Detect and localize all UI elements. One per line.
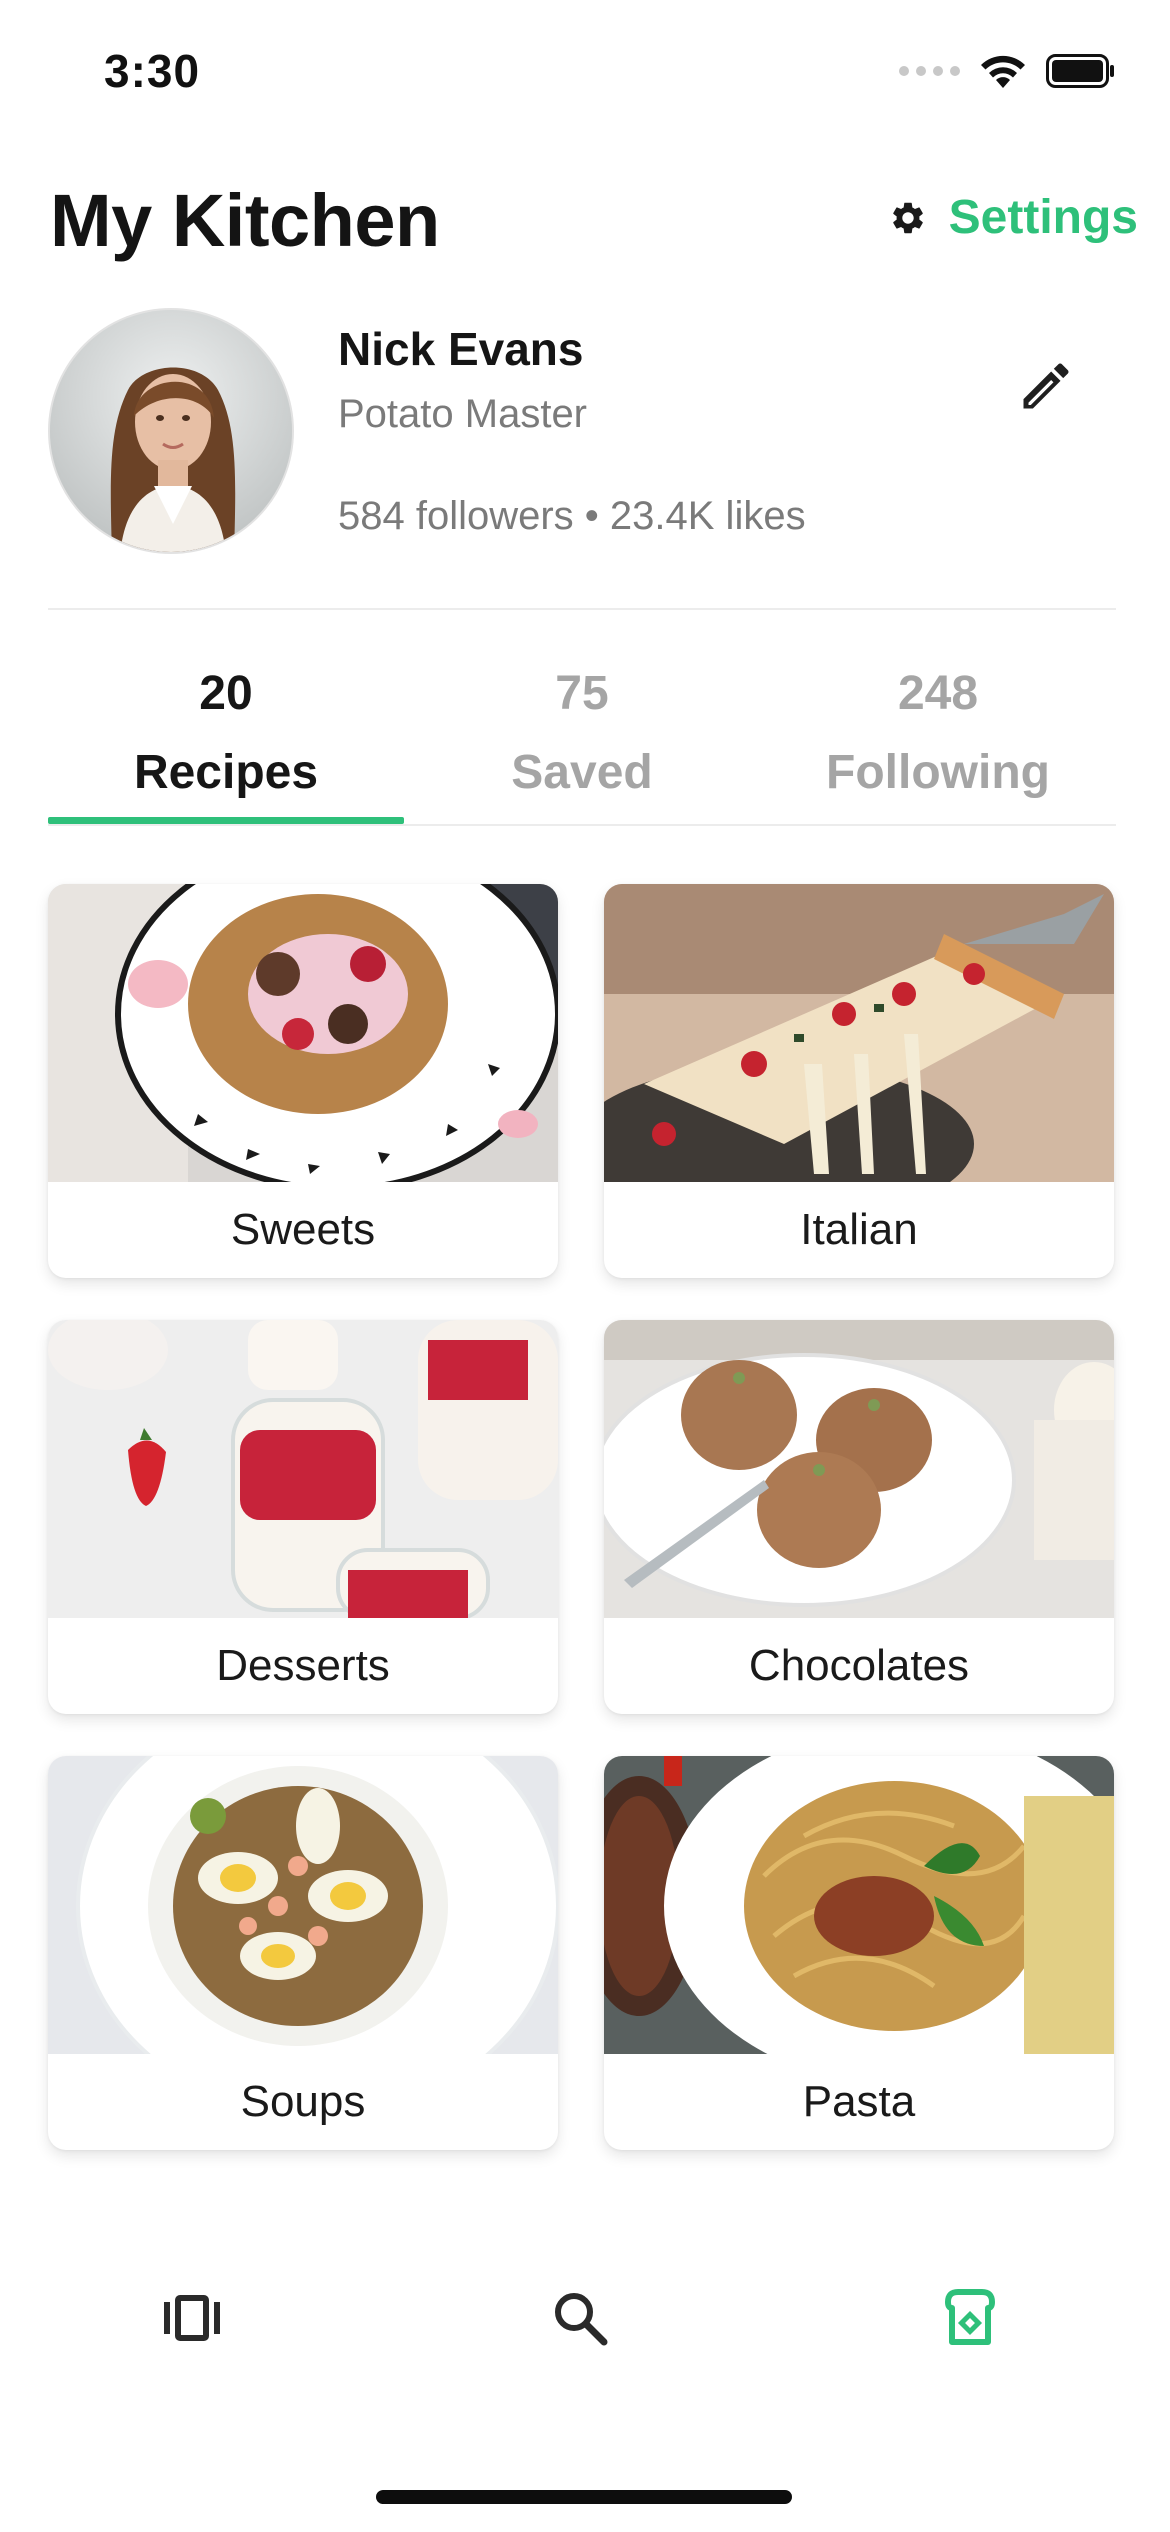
- tab-label: Saved: [511, 746, 653, 799]
- category-label: Desserts: [216, 1641, 390, 1690]
- category-label: Pasta: [802, 2077, 916, 2126]
- pencil-icon: [1016, 356, 1076, 421]
- desserts-image: [48, 1320, 558, 1618]
- status-bar: 3:30: [0, 0, 1170, 150]
- gear-icon: [889, 199, 927, 237]
- search-icon: [550, 2288, 610, 2353]
- profile-divider: [48, 608, 1116, 610]
- profile-name: Nick Evans: [338, 323, 584, 375]
- tab-label: Following: [826, 746, 1050, 799]
- my-kitchen-screen: 3:30 My Kitchen Settings Nick Evans Pota…: [0, 0, 1170, 2532]
- tab-saved[interactable]: 75 Saved: [404, 650, 760, 826]
- chocolates-image: [604, 1320, 1114, 1618]
- category-label: Soups: [240, 2077, 366, 2126]
- nav-search-button[interactable]: [540, 2280, 620, 2360]
- category-label: Chocolates: [748, 1641, 970, 1690]
- soups-image: [48, 1756, 558, 2054]
- battery-icon: [1046, 54, 1116, 88]
- kitchen-toaster-icon: [940, 2288, 1000, 2353]
- tabs-divider: [48, 824, 1116, 826]
- nav-kitchen-button[interactable]: [930, 2280, 1010, 2360]
- sweets-image: [48, 884, 558, 1182]
- settings-button[interactable]: Settings: [889, 190, 1138, 245]
- category-card-sweets[interactable]: Sweets: [48, 884, 558, 1278]
- tab-count: 248: [897, 667, 979, 720]
- nav-feed-button[interactable]: [152, 2280, 232, 2360]
- bottom-navigation: [0, 2250, 1170, 2390]
- status-icons: [899, 52, 1116, 90]
- category-card-chocolates[interactable]: Chocolates: [604, 1320, 1114, 1714]
- tab-count: 20: [199, 667, 253, 720]
- category-card-desserts[interactable]: Desserts: [48, 1320, 558, 1714]
- italian-image: [604, 884, 1114, 1182]
- tab-label: Recipes: [133, 746, 319, 799]
- active-tab-indicator: [48, 817, 404, 824]
- tab-count: 75: [555, 667, 609, 720]
- category-card-soups[interactable]: Soups: [48, 1756, 558, 2150]
- cellular-signal-icon: [899, 66, 960, 76]
- category-label: Italian: [800, 1205, 918, 1254]
- tab-recipes[interactable]: 20 Recipes: [48, 650, 404, 826]
- category-card-pasta[interactable]: Pasta: [604, 1756, 1114, 2150]
- home-indicator: [376, 2490, 792, 2504]
- wifi-icon: [978, 52, 1028, 90]
- avatar[interactable]: [48, 308, 294, 554]
- profile-role: Potato Master: [338, 392, 588, 436]
- status-time: 3:30: [104, 45, 201, 97]
- category-label: Sweets: [230, 1205, 376, 1254]
- edit-profile-button[interactable]: [1010, 352, 1082, 424]
- pasta-image: [604, 1756, 1114, 2054]
- profile-stats: 584 followers • 23.4K likes: [338, 494, 806, 538]
- profile-tabs: 20 Recipes 75 Saved 248 Following: [48, 650, 1116, 826]
- page-title: My Kitchen: [50, 179, 440, 262]
- cards-carousel-icon: [162, 2294, 222, 2347]
- settings-label: Settings: [948, 191, 1138, 244]
- category-card-italian[interactable]: Italian: [604, 884, 1114, 1278]
- tab-following[interactable]: 248 Following: [760, 650, 1116, 826]
